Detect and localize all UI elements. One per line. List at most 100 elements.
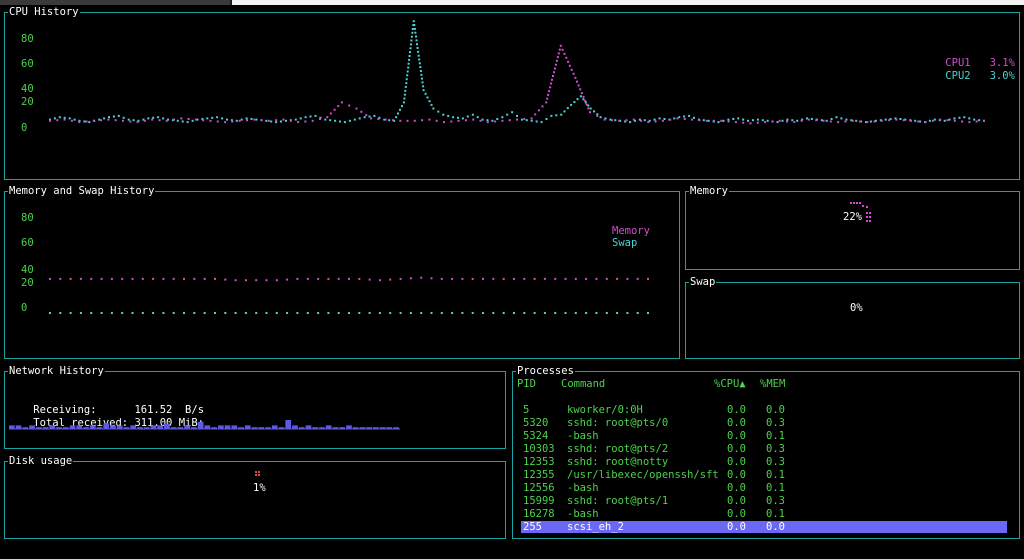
cpu2-point bbox=[884, 118, 887, 121]
swap-point bbox=[131, 312, 134, 314]
cpu-column-header[interactable]: %CPU▲ bbox=[714, 378, 746, 390]
cpu2-point bbox=[216, 116, 219, 119]
memory-point bbox=[337, 277, 340, 280]
process-row[interactable]: 16278 -bash 0.0 0.1 bbox=[521, 508, 1009, 520]
cpu1-point-segment bbox=[561, 48, 564, 51]
cpu1-point-segment bbox=[610, 119, 613, 122]
swap-percent: 0% bbox=[850, 302, 863, 314]
memory-point-segment bbox=[79, 277, 82, 280]
network-bar bbox=[238, 427, 244, 429]
cpu2-point-segment bbox=[368, 115, 371, 118]
cpu2-point-segment bbox=[403, 93, 406, 96]
cpu2-point bbox=[108, 116, 110, 119]
cpu1-point-segment bbox=[550, 82, 553, 85]
cpu1-point-segment bbox=[435, 119, 438, 122]
process-pid: 10303 bbox=[523, 443, 555, 455]
process-mem: 0.3 bbox=[766, 443, 785, 455]
cpu1-point bbox=[209, 119, 212, 122]
cpu2-point bbox=[756, 118, 759, 121]
cpu1-point bbox=[880, 119, 883, 122]
process-command: kworker/0:0H bbox=[567, 404, 643, 416]
process-row[interactable]: 5 kworker/0:0H 0.0 0.0 bbox=[521, 404, 1009, 416]
swap-point bbox=[605, 312, 608, 314]
cpu2-point bbox=[88, 121, 91, 124]
network-bar bbox=[373, 427, 379, 429]
cpu2-point-segment bbox=[410, 39, 413, 42]
cpu1-point-segment bbox=[523, 118, 526, 120]
cpu1-point-segment bbox=[570, 68, 573, 71]
process-command: sshd: root@notty bbox=[567, 456, 669, 468]
process-mem: 0.0 bbox=[766, 521, 785, 533]
cpu1-point-segment bbox=[553, 67, 556, 70]
cpu2-point-segment bbox=[416, 47, 419, 49]
cpu2-point bbox=[766, 119, 769, 122]
cpu2-point-segment bbox=[506, 113, 509, 116]
network-bar bbox=[15, 425, 22, 429]
process-row[interactable]: 12353 sshd: root@notty 0.0 0.3 bbox=[521, 456, 1009, 468]
cpu2-point-segment bbox=[358, 117, 361, 120]
cpu2-point-segment bbox=[593, 110, 595, 113]
process-row[interactable]: 10303 sshd: root@pts/2 0.0 0.3 bbox=[521, 443, 1009, 455]
cpu1-point-segment bbox=[742, 121, 745, 124]
swap-point bbox=[543, 312, 546, 314]
memory-point-segment bbox=[244, 279, 247, 282]
terminal-tab[interactable] bbox=[0, 0, 230, 5]
memory-point bbox=[152, 277, 155, 280]
cpu2-point-segment bbox=[240, 118, 243, 121]
cpu1-point-segment bbox=[587, 107, 590, 110]
process-pid: 255 bbox=[523, 521, 542, 533]
memory-point bbox=[49, 277, 51, 280]
cpu2-point bbox=[933, 118, 936, 121]
cpu1-point-segment bbox=[348, 104, 351, 107]
memory-point-segment bbox=[224, 278, 227, 281]
cpu2-point bbox=[973, 118, 976, 121]
memory-point bbox=[131, 277, 134, 280]
process-pid: 5 bbox=[523, 404, 530, 416]
cpu1-point-segment bbox=[70, 119, 73, 122]
cpu2-point bbox=[579, 95, 582, 98]
network-bar bbox=[305, 425, 312, 429]
swap-point-segment bbox=[265, 312, 268, 314]
cpu1-point-segment bbox=[580, 92, 583, 95]
swap-point-segment bbox=[121, 312, 124, 314]
cpu1-point-segment bbox=[553, 71, 555, 74]
process-row[interactable]: 5320 sshd: root@pts/0 0.0 0.3 bbox=[521, 417, 1009, 429]
process-row[interactable]: 255 scsi_eh_2 0.0 0.0 bbox=[521, 521, 1007, 533]
swap-point-segment bbox=[430, 312, 433, 314]
process-row[interactable]: 12556 -bash 0.0 0.1 bbox=[521, 482, 1009, 494]
cpu2-point-segment bbox=[83, 120, 86, 123]
pid-column-header[interactable]: PID bbox=[517, 378, 536, 390]
cpu2-point-segment bbox=[899, 118, 902, 120]
memory-percent: 22% bbox=[843, 211, 862, 223]
cpu1-point-segment bbox=[555, 59, 558, 62]
process-cpu: 0.0 bbox=[727, 430, 746, 442]
cpu2-point-segment bbox=[270, 120, 273, 123]
memory-point-segment bbox=[513, 277, 515, 280]
swap-point bbox=[399, 312, 402, 314]
cpu2-point-segment bbox=[419, 66, 422, 69]
cpu1-point bbox=[983, 119, 985, 122]
mem-column-header[interactable]: %MEM bbox=[760, 378, 785, 390]
network-bar bbox=[352, 427, 359, 429]
swap-point-segment bbox=[554, 312, 557, 314]
process-cpu: 0.0 bbox=[727, 456, 746, 468]
cpu1-point-segment bbox=[508, 119, 511, 122]
memory-point bbox=[234, 279, 237, 282]
process-row[interactable]: 12355/usr/libexec/openssh/sft 0.0 0.1 bbox=[521, 469, 1009, 481]
network-bar bbox=[110, 425, 116, 429]
memory-point-segment bbox=[389, 278, 392, 281]
cpu2-point-segment bbox=[968, 117, 971, 120]
network-bar bbox=[150, 425, 157, 429]
command-column-header[interactable]: Command bbox=[561, 378, 605, 390]
cpu2-point bbox=[314, 114, 317, 117]
cpu2-point bbox=[589, 107, 592, 110]
process-row[interactable]: 15999 sshd: root@pts/1 0.0 0.3 bbox=[521, 495, 1009, 507]
cpu2-point bbox=[953, 117, 956, 120]
cpu1-point bbox=[764, 121, 767, 124]
cpu1-point bbox=[413, 119, 416, 122]
process-row[interactable]: 5324 -bash 0.0 0.1 bbox=[521, 430, 1009, 442]
cpu2-point-segment bbox=[397, 112, 399, 115]
cpu-history-panel: CPU History 80 60 40 20 0 CPU1 3.1% CPU2… bbox=[4, 6, 1020, 180]
memory-point bbox=[543, 277, 546, 280]
memory-point-segment bbox=[430, 277, 433, 280]
